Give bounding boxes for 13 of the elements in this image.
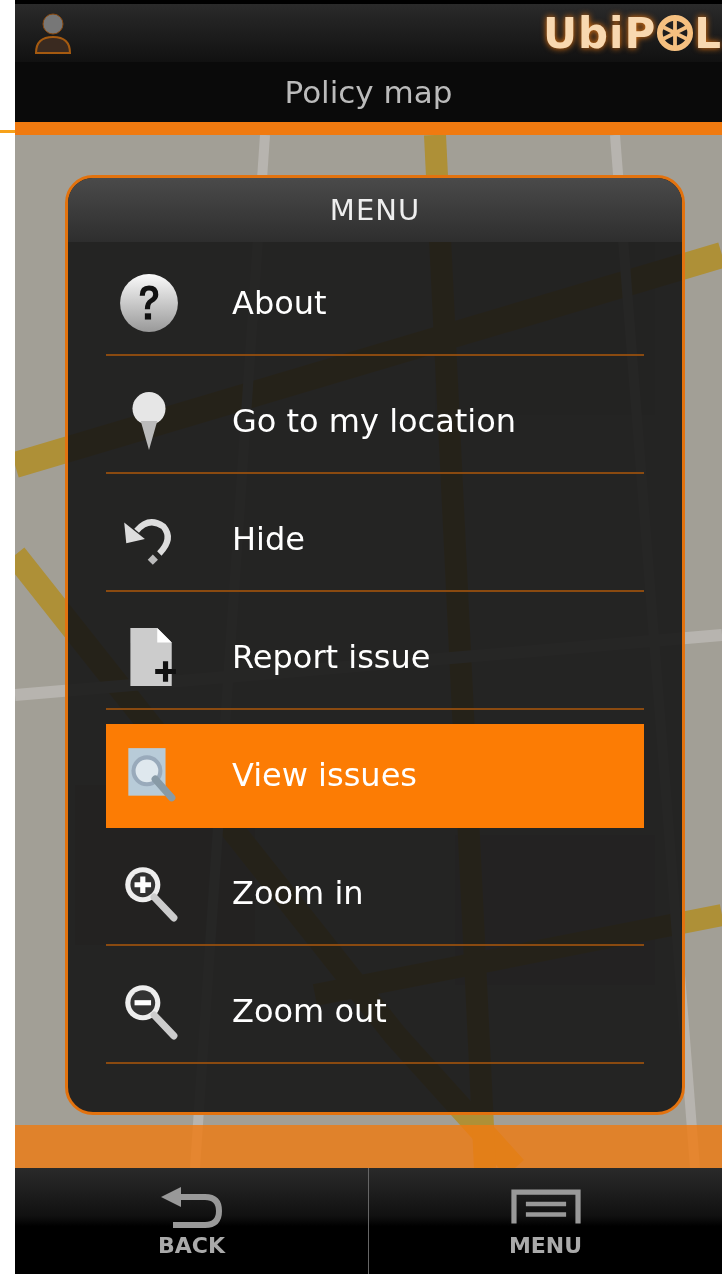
nav-button[interactable]: MENU <box>369 1168 722 1274</box>
menu-item[interactable]: Hide <box>106 488 644 592</box>
user-icon[interactable] <box>33 11 73 55</box>
menu-title: MENU <box>329 193 421 227</box>
menu-item[interactable]: Report issue <box>106 606 644 710</box>
menu-item[interactable]: Zoom in <box>106 842 644 946</box>
menu-item[interactable]: Go to my location <box>106 370 644 474</box>
menu-item[interactable]: About <box>106 252 644 356</box>
nav-button[interactable]: BACK <box>15 1168 369 1274</box>
app-logo: UbiP L <box>542 8 722 58</box>
help-icon <box>118 272 180 334</box>
screen-title: Policy map <box>284 74 453 110</box>
menu-item[interactable]: Zoom out <box>106 960 644 1064</box>
